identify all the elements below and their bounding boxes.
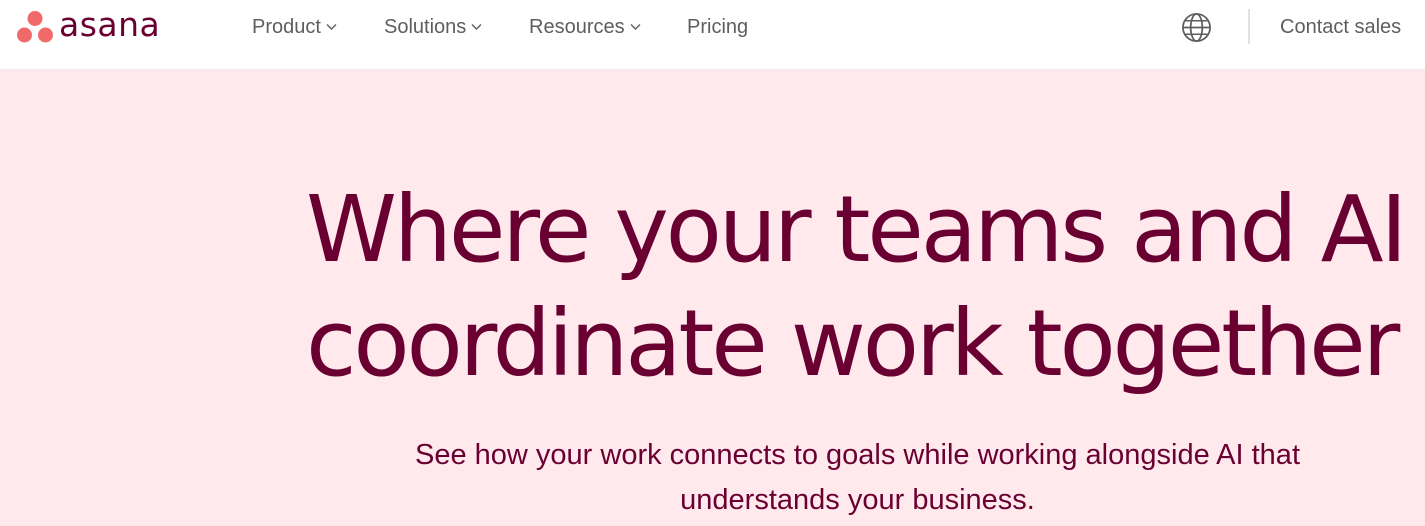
hero-subtitle-line: understands your business. (680, 484, 1035, 516)
nav-item-resources[interactable]: Resources (529, 0, 641, 54)
nav-item-label: Product (252, 15, 321, 38)
nav-divider (1248, 9, 1250, 44)
contact-sales-link[interactable]: Contact sales (1280, 0, 1401, 54)
nav-item-product[interactable]: Product (252, 0, 337, 54)
nav-item-label: Resources (529, 15, 625, 38)
nav-item-pricing[interactable]: Pricing (687, 0, 748, 54)
nav-item-label: Pricing (687, 15, 749, 38)
logo-wordmark: asana (59, 5, 161, 44)
globe-icon[interactable] (1181, 12, 1212, 43)
nav-item-label: Solutions (384, 15, 467, 38)
hero-section: Where your teams and AI coordinate work … (0, 70, 1425, 526)
page: asana Product Solutions Resources Pricin… (0, 0, 1425, 526)
asana-logo[interactable]: asana (17, 5, 161, 45)
top-navigation: asana Product Solutions Resources Pricin… (0, 0, 1425, 70)
chevron-down-icon (326, 23, 337, 30)
hero-title-line: coordinate work together (306, 290, 1400, 397)
chevron-down-icon (630, 23, 641, 30)
chevron-down-icon (471, 23, 482, 30)
hero-title: Where your teams and AI coordinate work … (306, 173, 1425, 401)
hero-title-line: Where your teams and AI (306, 176, 1407, 283)
hero-subtitle: See how your work connects to goals whil… (300, 433, 1415, 523)
asana-dots-logo-icon (17, 11, 53, 43)
hero-subtitle-line: See how your work connects to goals whil… (415, 439, 1300, 471)
nav-item-solutions[interactable]: Solutions (384, 0, 482, 54)
